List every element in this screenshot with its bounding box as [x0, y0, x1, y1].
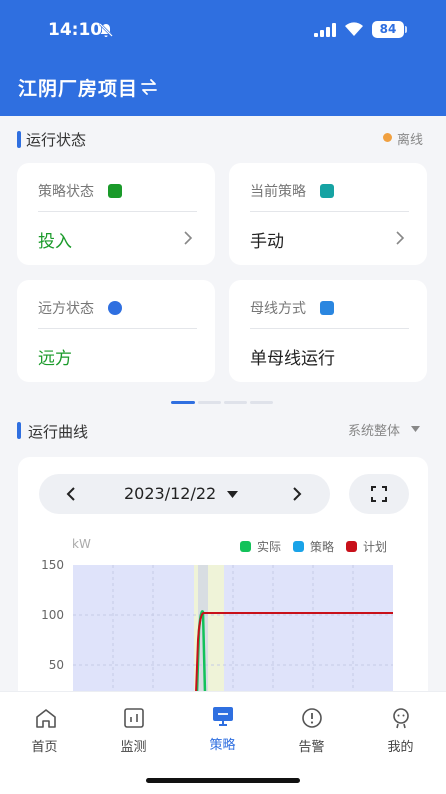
bell-off-icon [99, 23, 113, 37]
curve-title: 运行曲线 [28, 423, 89, 441]
y-tick-label: 50 [48, 658, 64, 672]
switch-project-icon[interactable] [140, 78, 158, 96]
chevron-left-icon[interactable] [64, 485, 78, 503]
connection-status: 离线 [397, 133, 424, 148]
y-tick-label: 100 [41, 608, 64, 622]
strategy-status-icon [108, 184, 122, 198]
pager-dot[interactable] [250, 401, 273, 404]
current-strategy-card[interactable]: 当前策略 手动 [229, 163, 427, 265]
tab-home[interactable]: 首页 [0, 692, 89, 762]
top-header: 14:10 84 江阴厂房项目 [0, 0, 446, 116]
tab-monitor[interactable]: 监测 [89, 692, 178, 762]
battery-tip [405, 26, 407, 33]
pager-dot-active[interactable] [171, 401, 195, 404]
tab-strategy[interactable]: 策略 [178, 692, 267, 762]
remote-status-card: 远方状态 远方 [17, 280, 215, 382]
tab-label: 告警 [298, 740, 325, 755]
project-title[interactable]: 江阴厂房项目 [18, 74, 138, 101]
run-status-title: 运行状态 [26, 131, 87, 149]
strategy-status-card[interactable]: 策略状态 投入 [17, 163, 215, 265]
scope-selector[interactable]: 系统整体 [348, 420, 400, 439]
monitor-icon [124, 708, 144, 728]
current-strategy-icon [320, 184, 334, 198]
y-axis-unit: kW [72, 537, 91, 551]
alarm-icon [302, 708, 322, 728]
remote-status-icon [108, 301, 122, 315]
chevron-right-icon[interactable] [290, 485, 304, 503]
legend-swatch-plan [346, 541, 357, 552]
chevron-right-icon [396, 231, 405, 245]
tab-label: 我的 [387, 740, 414, 755]
card-value: 远方 [38, 349, 72, 369]
card-divider [250, 211, 409, 212]
chevron-right-icon [184, 231, 193, 245]
profile-icon [393, 708, 409, 729]
battery-indicator: 84 [372, 21, 404, 38]
pager-dot[interactable] [198, 401, 221, 404]
card-value: 投入 [38, 232, 72, 252]
legend-label-strategy: 策略 [310, 540, 335, 554]
card-divider [38, 211, 197, 212]
card-label: 策略状态 [38, 184, 94, 200]
section-marker [17, 131, 21, 148]
selected-date[interactable]: 2023/12/22 [124, 484, 216, 503]
tab-label: 策略 [209, 738, 236, 753]
fullscreen-icon[interactable] [370, 485, 388, 503]
tab-alarm[interactable]: 告警 [267, 692, 356, 762]
section-marker [17, 422, 21, 439]
status-time: 14:10 [48, 20, 103, 40]
home-icon [36, 709, 56, 728]
card-label: 母线方式 [250, 301, 306, 317]
strategy-icon [213, 707, 233, 726]
card-divider [250, 328, 409, 329]
y-tick-label: 150 [41, 558, 64, 572]
tab-profile[interactable]: 我的 [356, 692, 445, 762]
tab-label: 首页 [31, 740, 58, 755]
legend-label-plan: 计划 [363, 540, 388, 554]
caret-down-icon[interactable] [227, 491, 238, 498]
pager-dot[interactable] [224, 401, 247, 404]
offline-indicator-dot [383, 133, 392, 142]
card-label: 当前策略 [250, 184, 306, 200]
caret-down-icon[interactable] [411, 426, 420, 432]
home-indicator [146, 778, 300, 783]
wifi-icon [345, 22, 363, 36]
bus-mode-icon [320, 301, 334, 315]
card-value: 单母线运行 [250, 349, 335, 369]
legend-swatch-actual [240, 541, 251, 552]
card-label: 远方状态 [38, 301, 94, 317]
card-value: 手动 [250, 232, 284, 252]
tab-label: 监测 [120, 740, 147, 755]
legend-swatch-strategy [293, 541, 304, 552]
card-divider [38, 328, 197, 329]
legend-label-actual: 实际 [257, 540, 282, 554]
signal-icon [314, 23, 336, 37]
bus-mode-card: 母线方式 单母线运行 [229, 280, 427, 382]
